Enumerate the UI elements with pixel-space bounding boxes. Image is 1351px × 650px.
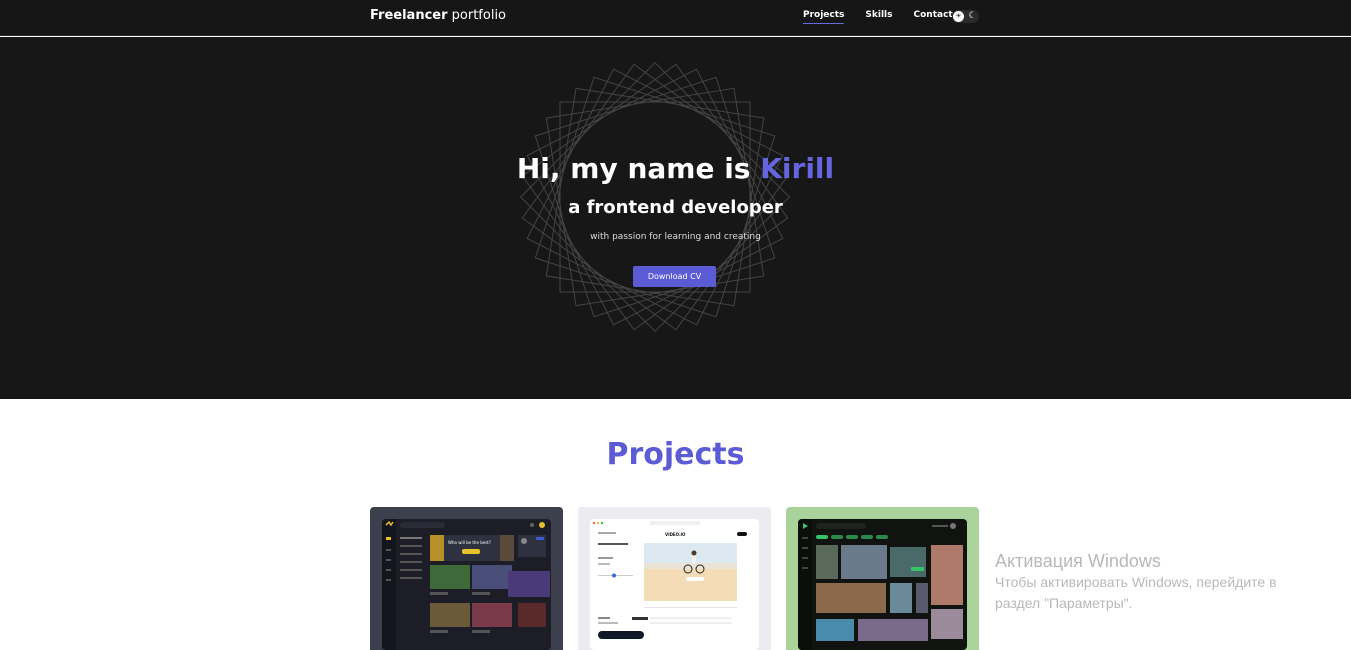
logo-rest: portfolio — [447, 8, 507, 23]
project-card-gaming[interactable]: Who will be the best? — [370, 507, 563, 650]
svg-text:VIDEO.IO: VIDEO.IO — [665, 532, 686, 537]
project-screenshot-gaming: Who will be the best? — [382, 519, 551, 650]
watermark-line-1: Чтобы активировать Windows, перейдите в — [995, 574, 1277, 590]
hero-title: Hi, my name is Kirill — [0, 152, 1351, 185]
project-screenshot-gallery — [798, 519, 967, 650]
project-card-gallery[interactable] — [786, 507, 979, 650]
hero-section: Hi, my name is Kirill a frontend develop… — [0, 37, 1351, 399]
projects-title: Projects — [606, 437, 745, 472]
hero-tagline: with passion for learning and creating — [590, 232, 761, 242]
theme-toggle[interactable]: ☀ ☾ — [952, 10, 979, 23]
project-card-video[interactable]: VIDEO.IO — [578, 507, 771, 650]
site-header: Freelancer portfolio Projects Skills Con… — [0, 0, 1351, 36]
watermark-title: Активация Windows — [995, 551, 1161, 571]
svg-text:Who will be the best?: Who will be the best? — [448, 540, 491, 545]
hero-greeting: Hi, my name is — [516, 152, 761, 185]
hero-name: Kirill — [760, 152, 835, 185]
windows-activation-watermark: Активация Windows Чтобы активировать Win… — [995, 551, 1345, 614]
nav-link-projects[interactable]: Projects — [803, 10, 845, 24]
hero-subtitle: a frontend developer — [568, 197, 783, 218]
nav-link-skills[interactable]: Skills — [865, 10, 892, 24]
download-cv-button[interactable]: Download CV — [633, 266, 716, 287]
main-nav: Projects Skills Contacts — [803, 10, 958, 24]
watermark-line-2: раздел "Параметры". — [995, 595, 1133, 611]
logo-bold: Freelancer — [370, 8, 448, 23]
moon-icon: ☾ — [968, 11, 977, 21]
site-logo[interactable]: Freelancer portfolio — [370, 8, 506, 23]
sun-icon: ☀ — [953, 11, 964, 22]
project-screenshot-video: VIDEO.IO — [590, 519, 759, 650]
